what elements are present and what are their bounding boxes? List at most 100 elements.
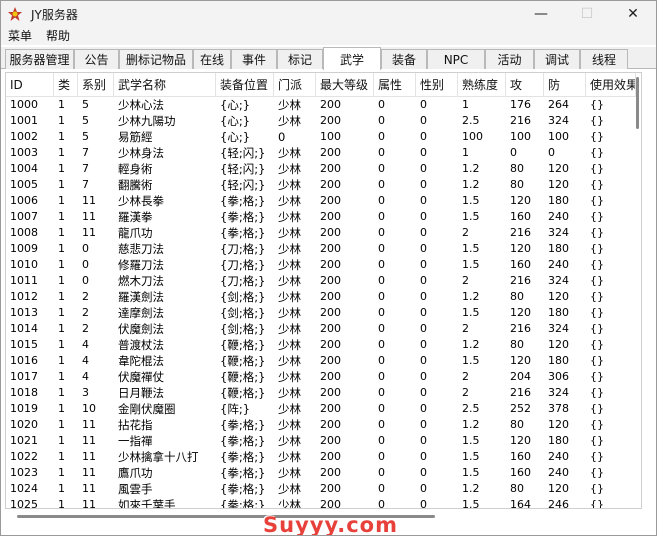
column-header-defense[interactable]: 防 [544, 73, 586, 97]
column-header-attribute[interactable]: 属性 [374, 73, 416, 97]
cell-max-level: 200 [320, 274, 341, 287]
column-header-branch[interactable]: 系别 [78, 73, 114, 97]
table-row[interactable]: 1024 1 11 風雲手 {拳;格;} 少林 200 0 0 1.2 80 120{} [6, 481, 641, 497]
column-header-id[interactable]: ID [6, 73, 54, 97]
cell-use-effect: {} [590, 274, 604, 287]
cell-defense: 324 [548, 274, 569, 287]
cell-type: 1 [58, 306, 65, 319]
menu-item-menu[interactable]: 菜单 [1, 27, 39, 45]
table-row[interactable]: 1018 1 3 日月鞭法 {鞭;格;} 少林 200 0 0 2 216 324 {} [6, 385, 641, 401]
table-row[interactable]: 1010 1 0 修羅刀法 {刀;格;} 少林 200 0 0 1.5 160 240{} [6, 257, 641, 273]
cell-defense: 180 [548, 194, 569, 207]
close-button[interactable]: ✕ [610, 1, 656, 27]
cell-gender: 0 [420, 354, 427, 367]
cell-type: 1 [58, 450, 65, 463]
cell-id: 1003 [10, 146, 38, 159]
tab-equipment[interactable]: 装备 [381, 49, 427, 69]
cell-attribute: 0 [378, 114, 385, 127]
table-row[interactable]: 1004 1 7 輕身術 {轻;闪;} 少林 200 0 0 1.2 80 120 {} [6, 161, 641, 177]
cell-use-effect: {} [590, 338, 604, 351]
cell-max-level: 200 [320, 178, 341, 191]
table-row[interactable]: 1015 1 4 普渡杖法 {鞭;格;} 少林 200 0 0 1.2 80 120 {} [6, 337, 641, 353]
column-header-attack[interactable]: 攻 [506, 73, 544, 97]
table-row[interactable]: 1017 1 4 伏魔禪仗 {鞭;格;} 少林 200 0 0 2 204 306 {} [6, 369, 641, 385]
cell-max-level: 200 [320, 146, 341, 159]
table-row[interactable]: 1023 1 11 鷹爪功 {拳;格;} 少林 200 0 0 1.5 160 240{} [6, 465, 641, 481]
table-row[interactable]: 1000 1 5 少林心法 {心;} 少林 200 0 0 1 176 264 {} [6, 97, 641, 113]
table-row[interactable]: 1013 1 2 達摩劍法 {剑;格;} 少林 200 0 0 1.5 120 180 {} [6, 305, 641, 321]
tab-debug[interactable]: 调试 [534, 49, 580, 69]
table-row[interactable]: 1002 1 5 易筋經 {心;} 0 100 0 0 100 100 100 {} [6, 129, 641, 145]
cell-defense: 240 [548, 210, 569, 223]
cell-max-level: 200 [320, 194, 341, 207]
cell-sect: 少林 [278, 402, 301, 416]
cell-sect: 少林 [278, 210, 301, 224]
cell-branch: 11 [82, 482, 96, 495]
vertical-scrollbar[interactable] [633, 73, 641, 508]
column-header-type[interactable]: 类 [54, 73, 78, 97]
minimize-button[interactable]: — [518, 1, 564, 27]
cell-name: 一指禪 [118, 434, 153, 448]
column-header-name[interactable]: 武学名称 [114, 73, 216, 97]
table-row[interactable]: 1003 1 7 少林身法 {轻;闪;} 少林 200 0 0 1 0 0 {} [6, 145, 641, 161]
cell-proficiency: 1.5 [462, 498, 480, 508]
cell-type: 1 [58, 178, 65, 191]
table-row[interactable]: 1011 1 0 燃木刀法 {刀;格;} 少林 200 0 0 2 216 324 {} [6, 273, 641, 289]
tab-label: 在线 [199, 53, 224, 67]
tab-activities[interactable]: 活动 [485, 49, 534, 69]
column-header-equip-slot[interactable]: 装备位置 [216, 73, 274, 97]
column-header-sect[interactable]: 门派 [274, 73, 316, 97]
tab-npc[interactable]: NPC [427, 49, 485, 69]
cell-use-effect: {} [590, 450, 604, 463]
cell-id: 1004 [10, 162, 38, 175]
tab-martial-arts[interactable]: 武学 [323, 47, 381, 70]
table-row[interactable]: 1020 1 11 拈花指 {拳;格;} 少林 200 0 0 1.2 80 120{} [6, 417, 641, 433]
cell-branch: 11 [82, 498, 96, 508]
table-row[interactable]: 1014 1 2 伏魔劍法 {剑;格;} 少林 200 0 0 2 216 324 {} [6, 321, 641, 337]
maximize-button[interactable]: ☐ [564, 1, 610, 27]
cell-gender: 0 [420, 306, 427, 319]
tab-server-mgmt[interactable]: 服务器管理 [5, 49, 74, 69]
cell-name: 拈花指 [118, 418, 153, 432]
tab-delete-marked-items[interactable]: 删标记物品 [119, 49, 193, 69]
vertical-scroll-thumb[interactable] [636, 77, 639, 129]
cell-id: 1014 [10, 322, 38, 335]
cell-attribute: 0 [378, 290, 385, 303]
cell-attribute: 0 [378, 418, 385, 431]
column-header-use-effect[interactable]: 使用效果 [586, 73, 636, 97]
table-row[interactable]: 1008 1 11 龍爪功 {拳;格;} 少林 200 0 0 2 216 324{} [6, 225, 641, 241]
tab-online[interactable]: 在线 [193, 49, 231, 69]
table-row[interactable]: 1006 1 11 少林長拳 {拳;格;} 少林 200 0 0 1.5 120 180{} [6, 193, 641, 209]
tab-announcement[interactable]: 公告 [74, 49, 119, 69]
table-row[interactable]: 1019 1 10 金剛伏魔圈 {阵;} 少林 200 0 0 2.5 252 378 {} [6, 401, 641, 417]
cell-id: 1024 [10, 482, 38, 495]
table-row[interactable]: 1016 1 4 韋陀棍法 {鞭;格;} 少林 200 0 0 1.5 120 180 {} [6, 353, 641, 369]
table-row[interactable]: 1012 1 2 羅漢劍法 {剑;格;} 少林 200 0 0 1.2 80 120 {} [6, 289, 641, 305]
table-row[interactable]: 1005 1 7 翻騰術 {轻;闪;} 少林 200 0 0 1.2 80 120 {} [6, 177, 641, 193]
cell-defense: 100 [548, 130, 569, 143]
title-bar[interactable]: JY服务器 — ☐ ✕ [1, 1, 656, 27]
table-row[interactable]: 1025 1 11 如來千葉手 {拳;格;} 少林 200 0 0 1.5 164 246{} [6, 497, 641, 508]
column-header-gender[interactable]: 性别 [416, 73, 458, 97]
cell-attribute: 0 [378, 450, 385, 463]
cell-gender: 0 [420, 498, 427, 508]
column-header-proficiency[interactable]: 熟练度 [458, 73, 506, 97]
tab-threads[interactable]: 线程 [580, 49, 628, 69]
cell-branch: 3 [82, 386, 89, 399]
column-header-max-level[interactable]: 最大等级 [316, 73, 374, 97]
cell-name: 少林心法 [118, 98, 164, 112]
cell-branch: 11 [82, 194, 96, 207]
table-row[interactable]: 1007 1 11 羅漢拳 {拳;格;} 少林 200 0 0 1.5 160 240{} [6, 209, 641, 225]
table-row[interactable]: 1022 1 11 少林擒拿十八打 {拳;格;} 少林 200 0 0 1.5 160 240{} [6, 449, 641, 465]
cell-id: 1021 [10, 434, 38, 447]
martial-arts-table[interactable]: ID 类系别 武学名称 装备位置 门派 最大等级 属性 性别 熟练度攻防使用效果 1000 1 5 少… [5, 72, 642, 509]
table-row[interactable]: 1001 1 5 少林九陽功 {心;} 少林 200 0 0 2.5 216 324 {} [6, 113, 641, 129]
cell-sect: 少林 [278, 226, 301, 240]
tab-label: 事件 [241, 53, 266, 67]
table-row[interactable]: 1009 1 0 慈悲刀法 {刀;格;} 少林 200 0 0 1.5 120 180 {} [6, 241, 641, 257]
app-logo-icon [7, 6, 23, 22]
tab-events[interactable]: 事件 [231, 49, 277, 69]
table-row[interactable]: 1021 1 11 一指禪 {拳;格;} 少林 200 0 0 1.5 120 180{} [6, 433, 641, 449]
tab-markers[interactable]: 标记 [277, 49, 323, 69]
menu-item-help[interactable]: 帮助 [39, 27, 77, 45]
